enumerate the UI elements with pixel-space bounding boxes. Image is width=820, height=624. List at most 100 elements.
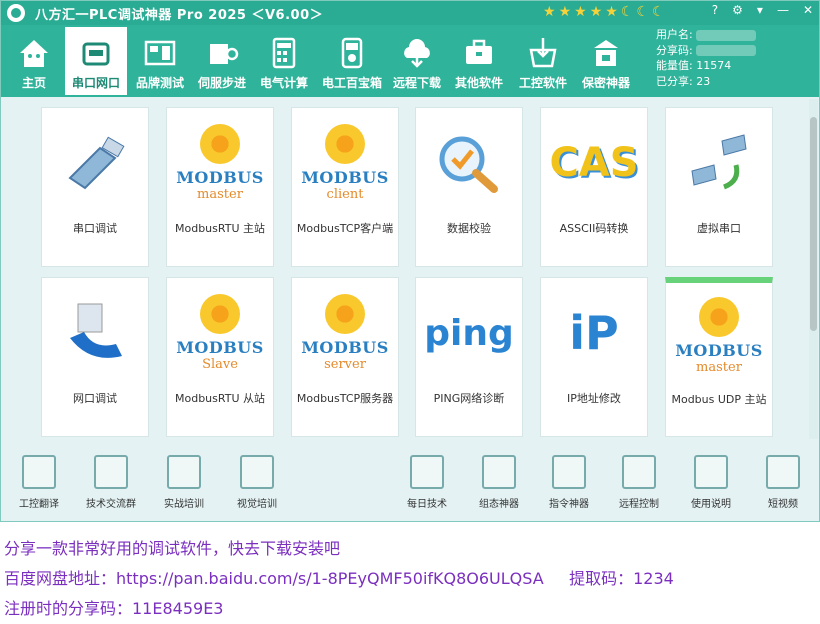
app-window: 八方汇一PLC调试神器 Pro 2025 ＜V6.00＞ ★ ★ ★ ★ ★ ☾… [0,0,820,522]
star-icon: ★ [543,4,556,20]
cloud-download-icon [404,39,430,68]
modbus-word: MODBUS [675,341,763,360]
modbus-client-icon: MODBUS client [292,108,398,218]
toolbar-item-industrial-software[interactable]: 工控软件 [513,27,573,95]
bottom-tool-label: 远程控制 [619,499,659,510]
window-controls: ? ⚙ ▾ — ✕ [712,3,813,17]
card-label: 虚拟串口 [697,222,741,235]
toolbar-item-remote-download[interactable]: 远程下载 [389,27,445,95]
toolbar-label: 串口网口 [71,76,120,90]
vertical-scrollbar[interactable] [809,99,818,439]
bottom-tool-translate[interactable]: 工控翻译 [11,455,67,510]
footer-line-3: 注册时的分享码：11E8459E3 [4,599,224,618]
card-label: ModbusTCP服务器 [296,392,394,405]
bottom-tool-label: 组态神器 [479,499,519,510]
card-label: Modbus UDP 主站 [671,393,767,406]
toolbar-item-servo[interactable]: 伺服步进 [193,27,251,95]
bottom-tool-label: 短视频 [768,499,798,510]
instruction-icon [552,455,586,489]
card-ip-modify[interactable]: iP IP地址修改 [540,277,648,437]
card-modbus-tcp-client[interactable]: MODBUS client ModbusTCP客户端 [291,107,399,267]
app-logo-icon [7,4,25,22]
safe-icon [594,40,618,66]
shared-label: 已分享: [656,74,693,88]
user-info-panel: 用户名: 分享码: 能量值: 11574 已分享: 23 [656,27,757,89]
modbus-word: MODBUS [176,338,264,357]
virtual-serial-icon [666,108,772,218]
manual-icon [694,455,728,489]
toolbox-icon [466,39,492,64]
toolbar-label: 主页 [21,76,46,90]
card-modbus-udp-master[interactable]: MODBUS master Modbus UDP 主站 [665,277,773,437]
card-modbus-tcp-server[interactable]: MODBUS server ModbusTCP服务器 [291,277,399,437]
video-icon [766,455,800,489]
bottom-tool-label: 指令神器 [549,499,589,510]
toolbar-item-serial[interactable]: 串口网口 [65,27,127,95]
toolbar-item-multimeter[interactable]: 电工百宝箱 [317,27,387,95]
card-modbus-rtu-slave[interactable]: MODBUS Slave ModbusRTU 从站 [166,277,274,437]
training-icon [167,455,201,489]
scrollbar-thumb[interactable] [810,117,817,331]
menu-dropdown-icon[interactable]: ▾ [757,3,763,17]
username-value-blurred [696,29,757,41]
card-label: 数据校验 [447,222,491,235]
bottom-tool-chat-group[interactable]: 技术交流群 [83,455,139,510]
bottom-tool-instruction[interactable]: 指令神器 [541,455,597,510]
bottom-tool-daily-tech[interactable]: 每日技术 [399,455,455,510]
bottom-tool-label: 技术交流群 [86,499,136,510]
daily-tech-icon [410,455,444,489]
moon-icon: ☾ [620,4,634,20]
share-footer: 分享一款非常好用的调试软件，快去下载安装吧 百度网盘地址：https://pan… [4,534,674,624]
bottom-tool-remote-control[interactable]: 远程控制 [611,455,667,510]
modbus-sub: server [324,357,366,372]
toolbar-label: 保密神器 [581,76,630,90]
close-button[interactable]: ✕ [803,3,813,17]
translate-icon [22,455,56,489]
toolbar-item-security[interactable]: 保密神器 [577,27,635,95]
footer-line-2: 百度网盘地址：https://pan.baidu.com/s/1-8PEyQMF… [4,569,674,588]
card-label: ASSCII码转换 [559,222,629,235]
card-data-check[interactable]: 数据校验 [415,107,523,267]
card-serial-debug[interactable]: 串口调试 [41,107,149,267]
title-bar: 八方汇一PLC调试神器 Pro 2025 ＜V6.00＞ ★ ★ ★ ★ ★ ☾… [1,1,819,25]
modbus-sub: client [326,187,364,202]
toolbar-item-brand-test[interactable]: 品牌测试 [131,27,189,95]
card-ascii-convert[interactable]: CAS ASSCII码转换 [540,107,648,267]
card-label: 网口调试 [73,392,117,405]
bottom-tool-config[interactable]: 组态神器 [471,455,527,510]
config-icon [482,455,516,489]
bottom-tool-label: 视觉培训 [237,499,277,510]
bottom-tool-label: 实战培训 [164,499,204,510]
minimize-button[interactable]: — [777,3,789,17]
card-modbus-rtu-master[interactable]: MODBUS master ModbusRTU 主站 [166,107,274,267]
card-ping-diagnose[interactable]: ping PING网络诊断 [415,277,523,437]
bottom-tool-video[interactable]: 短视频 [755,455,811,510]
modbus-server-icon: MODBUS server [292,278,398,388]
bottom-tool-training[interactable]: 实战培训 [156,455,212,510]
card-label: ModbusRTU 主站 [175,222,265,235]
cas-word: CAS [549,140,639,186]
settings-icon[interactable]: ⚙ [732,3,743,17]
modbus-master-icon: MODBUS master [167,108,273,218]
multimeter-icon [341,37,363,69]
bottom-tool-label: 使用说明 [691,499,731,510]
toolbar-item-other-software[interactable]: 其他软件 [449,27,509,95]
username-label: 用户名: [656,28,693,41]
moon-icon: ☾ [636,4,649,20]
toolbar-item-home[interactable]: 主页 [9,27,59,95]
card-label: ModbusRTU 从站 [175,392,265,405]
card-ethernet-debug[interactable]: 网口调试 [41,277,149,437]
ip-icon: iP [541,278,647,388]
remote-control-icon [622,455,656,489]
toolbar-item-calc[interactable]: 电气计算 [255,27,313,95]
toolbar-label: 其他软件 [454,76,503,90]
modbus-word: MODBUS [176,168,264,187]
bottom-tool-vision-training[interactable]: 视觉培训 [229,455,285,510]
brand-test-icon [144,40,176,66]
card-virtual-serial[interactable]: 虚拟串口 [665,107,773,267]
help-icon[interactable]: ? [712,3,718,17]
star-icon: ★ [605,4,618,20]
toolbar-label: 工控软件 [518,76,567,90]
bottom-tool-manual[interactable]: 使用说明 [683,455,739,510]
modbus-sub: master [696,360,742,375]
